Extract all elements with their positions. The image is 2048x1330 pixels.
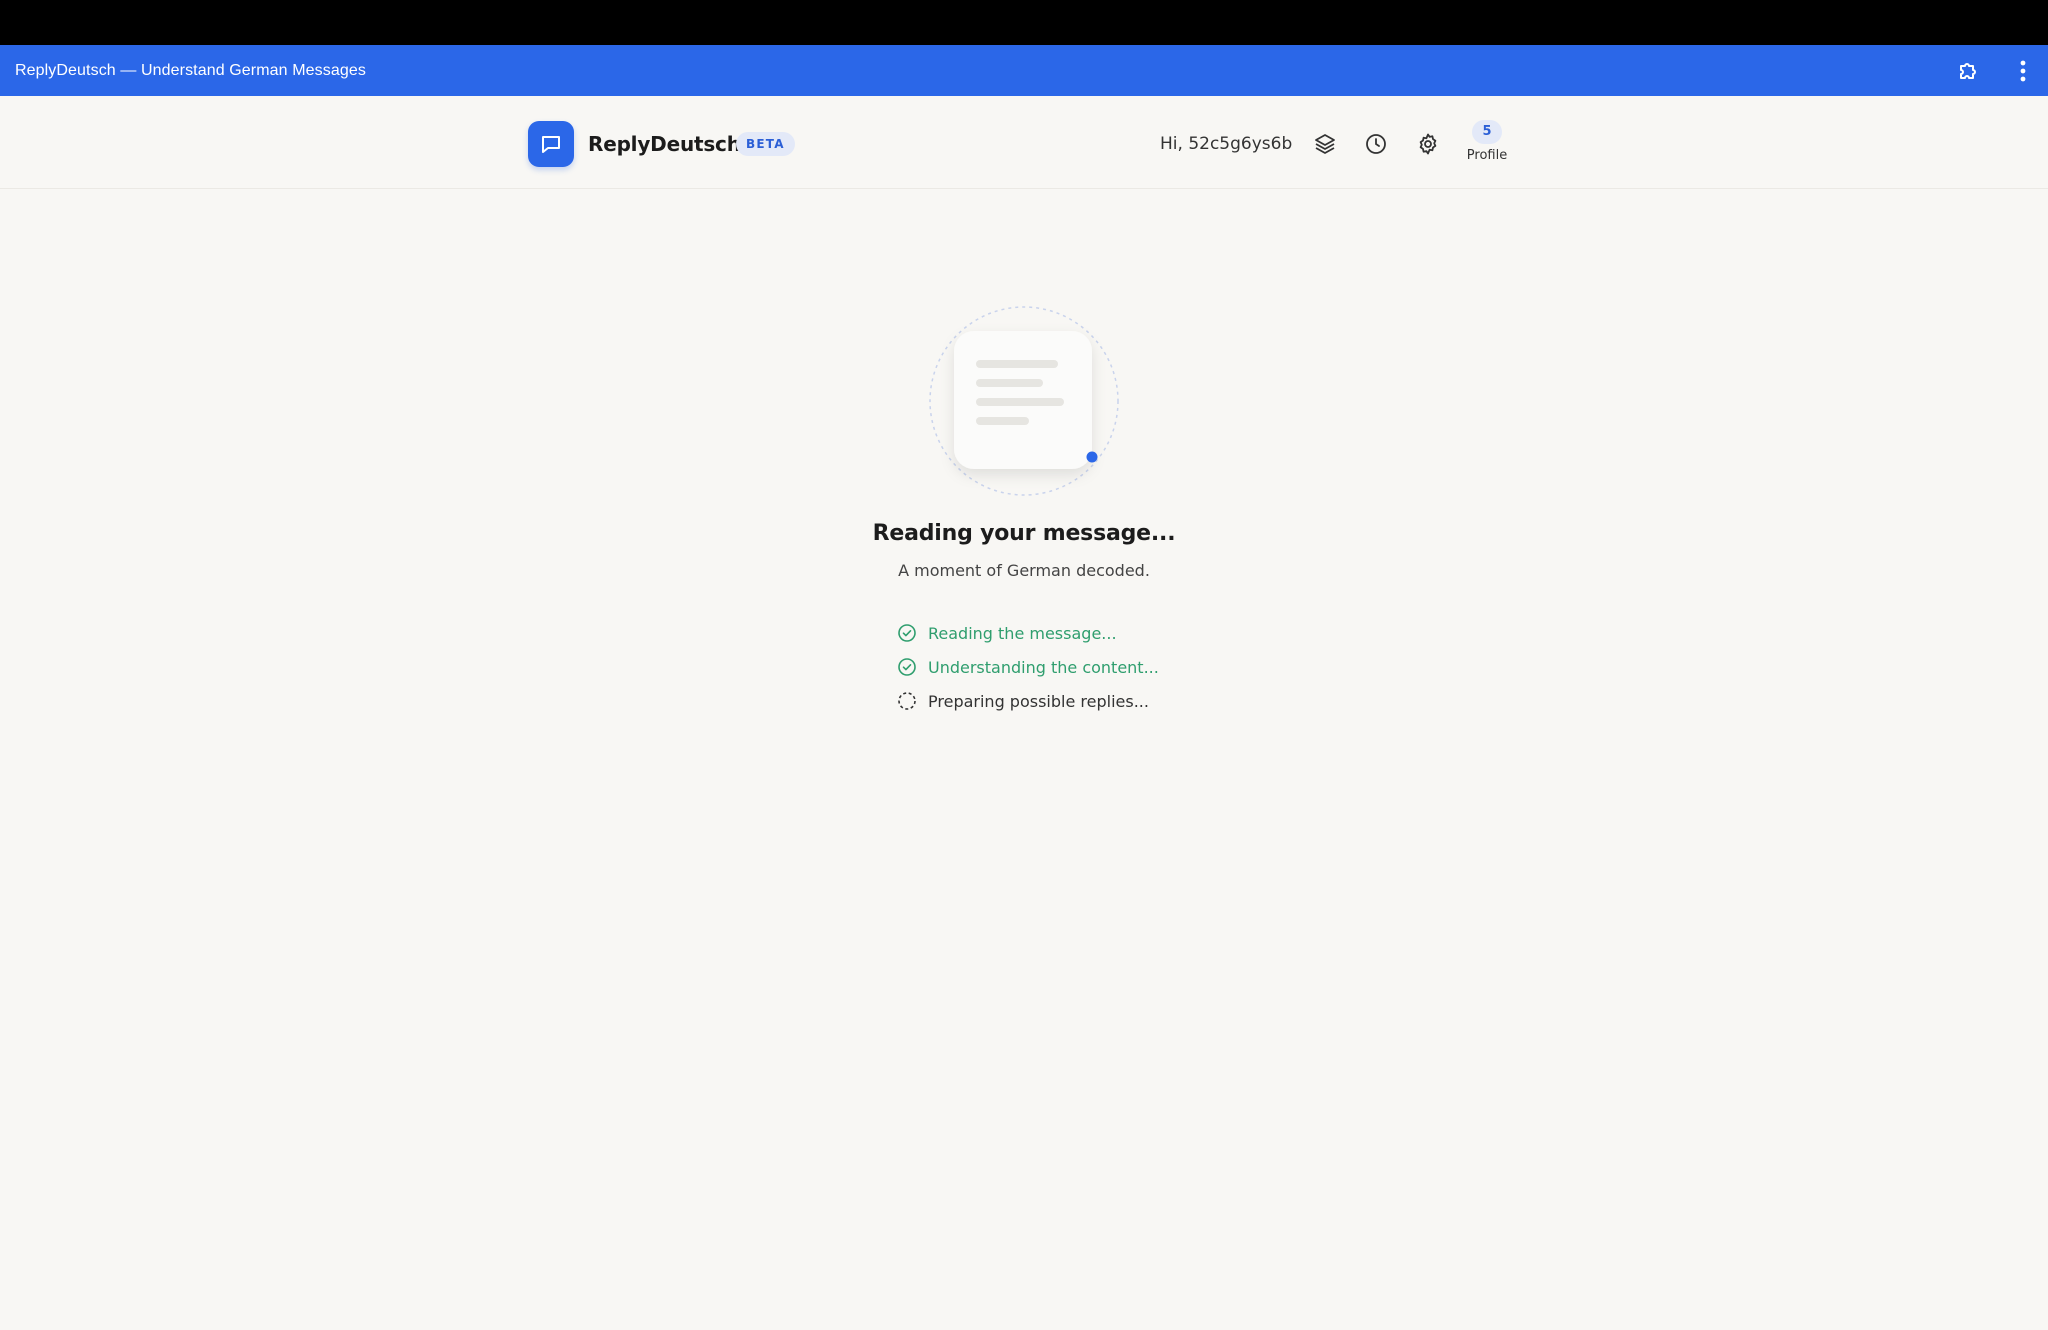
step-label: Reading the message... bbox=[928, 623, 1117, 643]
loading-headline: Reading your message... bbox=[872, 521, 1176, 546]
check-circle-icon bbox=[896, 622, 918, 644]
step-item: Reading the message... bbox=[896, 616, 1256, 650]
step-item: Understanding the content... bbox=[896, 650, 1256, 684]
step-label: Understanding the content... bbox=[928, 657, 1159, 677]
puzzle-icon[interactable] bbox=[1955, 57, 1983, 85]
chat-bubble-icon[interactable] bbox=[528, 121, 574, 167]
screen-top-bar bbox=[0, 0, 2048, 45]
beta-badge: BETA bbox=[736, 132, 795, 156]
window-title: ReplyDeutsch — Understand German Message… bbox=[15, 62, 366, 79]
brand-name[interactable]: ReplyDeutsch bbox=[588, 126, 741, 162]
document-loading-illustration bbox=[924, 301, 1124, 501]
history-clock-icon[interactable] bbox=[1361, 129, 1391, 159]
app-header: ReplyDeutsch BETA Hi, 52c5g6ys6b 5 Profi… bbox=[0, 96, 2048, 189]
loading-subline: A moment of German decoded. bbox=[898, 561, 1150, 580]
progress-steps: Reading the message... Understanding the… bbox=[896, 616, 1256, 718]
browser-title-bar: ReplyDeutsch — Understand German Message… bbox=[0, 45, 2048, 96]
kebab-menu-icon[interactable] bbox=[2010, 57, 2036, 85]
step-label: Preparing possible replies... bbox=[928, 691, 1149, 711]
spinner-icon bbox=[896, 690, 918, 712]
profile-count-badge[interactable]: 5 bbox=[1472, 120, 1502, 144]
check-circle-icon bbox=[896, 656, 918, 678]
user-greeting: Hi, 52c5g6ys6b bbox=[1160, 134, 1293, 154]
step-item: Preparing possible replies... bbox=[896, 684, 1256, 718]
layers-icon[interactable] bbox=[1310, 129, 1340, 159]
settings-gear-icon[interactable] bbox=[1413, 129, 1443, 159]
profile-label[interactable]: Profile bbox=[1458, 148, 1516, 163]
app-container: ReplyDeutsch BETA Hi, 52c5g6ys6b 5 Profi… bbox=[0, 96, 2048, 1330]
